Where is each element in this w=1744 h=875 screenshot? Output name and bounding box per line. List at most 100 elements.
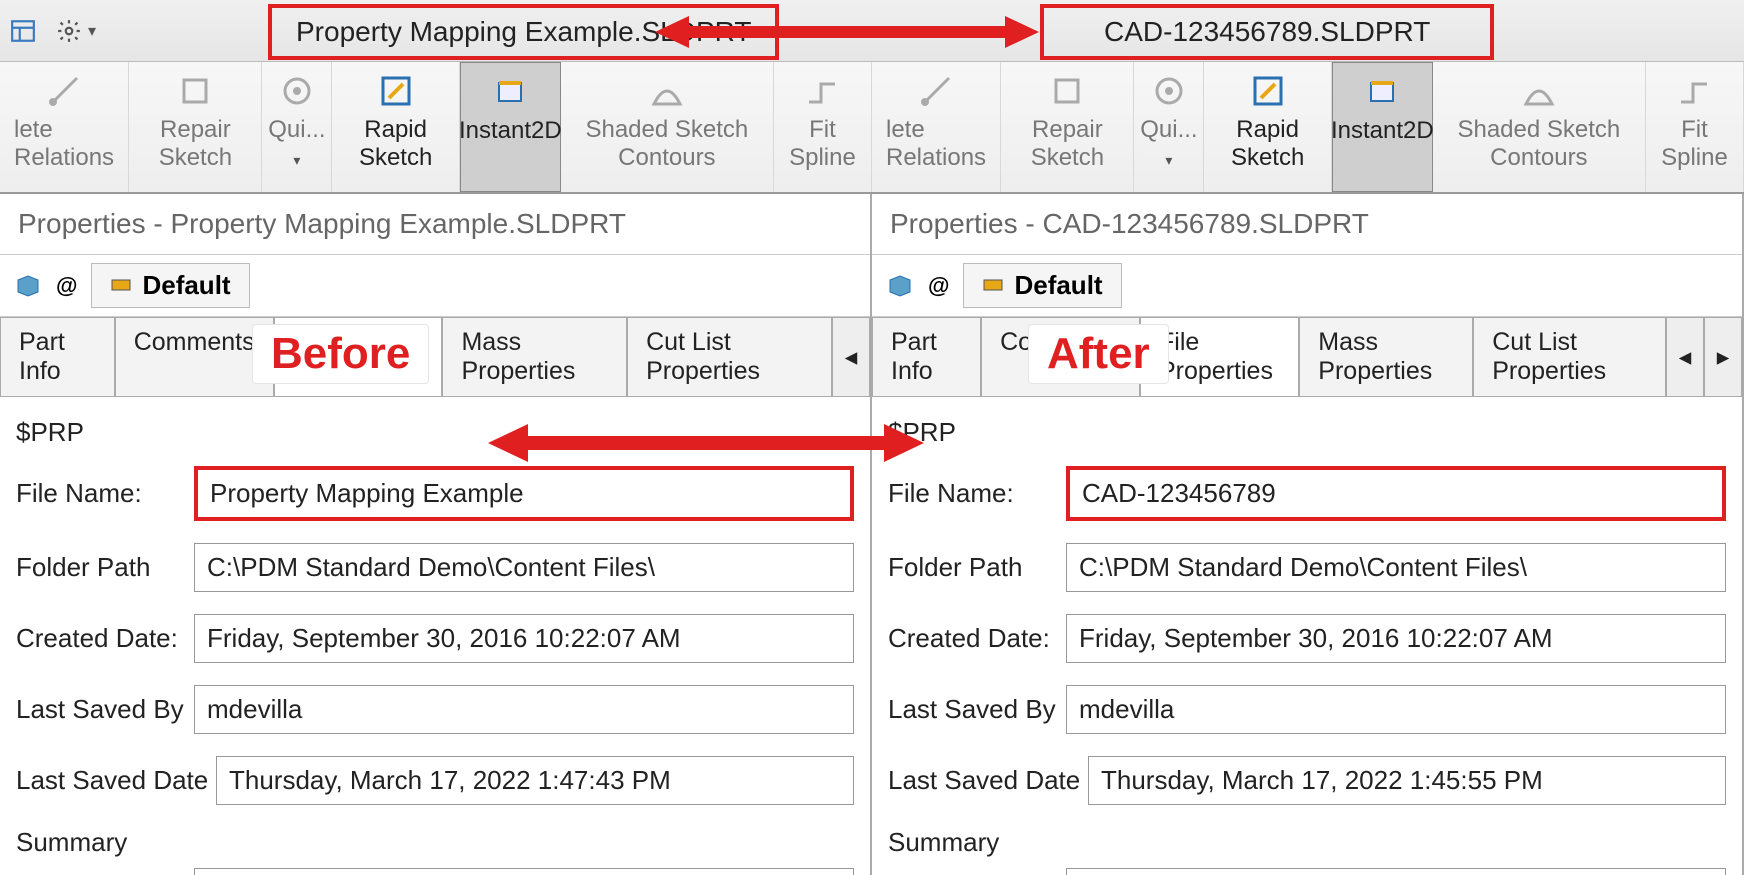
ribbon-fit-spline[interactable]: Fit Spline — [1646, 62, 1744, 192]
at-symbol: @ — [928, 273, 949, 299]
ribbon-label: Rapid Sketch — [1218, 116, 1317, 172]
delete-relations-icon — [45, 72, 83, 110]
ribbon-label: Repair Sketch — [143, 116, 247, 172]
shaded-contours-icon — [648, 72, 686, 110]
repair-sketch-icon — [176, 72, 214, 110]
document-title-left: Property Mapping Example.SLDPRT — [268, 4, 779, 60]
document-title-right: CAD-123456789.SLDPRT — [1040, 4, 1494, 60]
ribbon-repair-sketch[interactable]: Repair Sketch — [1001, 62, 1134, 192]
ribbon-label: Qui... — [1140, 116, 1197, 144]
properties-body: $PRP File Name: CAD-123456789 Folder Pat… — [872, 397, 1742, 875]
ribbon-rapid-sketch[interactable]: Rapid Sketch — [332, 62, 460, 192]
annotation-after: After — [1028, 324, 1169, 384]
label-saved-date: Last Saved Date — [16, 765, 216, 796]
tab-scroll-right[interactable]: ▸ — [1704, 317, 1742, 396]
ribbon-label: Instant2D — [459, 117, 562, 145]
input-created[interactable]: Friday, September 30, 2016 10:22:07 AM — [1066, 614, 1726, 663]
tab-mass-properties[interactable]: Mass Properties — [442, 317, 627, 396]
section-summary: Summary — [888, 827, 1726, 858]
tab-scroll-left[interactable]: ◂ — [832, 317, 870, 396]
ribbon-instant2d[interactable]: Instant2D — [460, 62, 561, 192]
input-folder[interactable]: C:\PDM Standard Demo\Content Files\ — [194, 543, 854, 592]
instant2d-icon — [491, 73, 529, 111]
label-filename: File Name: — [888, 478, 1066, 509]
tab-cutlist-properties[interactable]: Cut List Properties — [627, 317, 832, 396]
ribbon-label: lete Relations — [14, 116, 114, 172]
tab-part-info[interactable]: Part Info — [872, 317, 981, 396]
document-title-right-text: CAD-123456789.SLDPRT — [1104, 16, 1430, 47]
label-filename: File Name: — [16, 478, 194, 509]
input-saved-by[interactable]: mdevilla — [194, 685, 854, 734]
config-default[interactable]: Default — [91, 263, 249, 308]
ribbon-right: lete Relations Repair Sketch Qui... Rapi… — [872, 62, 1744, 192]
input-folder[interactable]: C:\PDM Standard Demo\Content Files\ — [1066, 543, 1726, 592]
repair-sketch-icon — [1048, 72, 1086, 110]
label-folder: Folder Path — [16, 552, 194, 583]
config-default[interactable]: Default — [963, 263, 1121, 308]
ribbon-shaded-contours[interactable]: Shaded Sketch Contours — [1433, 62, 1646, 192]
input-saved-by[interactable]: mdevilla — [1066, 685, 1726, 734]
properties-tabs: Part Info Comments File Properties Mass … — [872, 317, 1742, 397]
ribbon-quick[interactable]: Qui... — [1134, 62, 1204, 192]
properties-tabs: Part Info Comments File Properties Mass … — [0, 317, 870, 397]
ribbon-fit-spline[interactable]: Fit Spline — [774, 62, 872, 192]
input-author[interactable]: Miguel de Villa — [194, 868, 854, 875]
ribbon-label: Repair Sketch — [1015, 116, 1119, 172]
config-row: @ Default — [0, 255, 870, 317]
rapid-sketch-icon — [377, 72, 415, 110]
part-icon — [14, 272, 42, 300]
instant2d-icon — [1363, 73, 1401, 111]
config-name: Default — [142, 270, 230, 301]
gear-icon[interactable]: ▾ — [46, 14, 106, 48]
input-saved-date[interactable]: Thursday, March 17, 2022 1:47:43 PM — [216, 756, 854, 805]
label-saved-date: Last Saved Date — [888, 765, 1088, 796]
pane-title: Properties - CAD-123456789.SLDPRT — [872, 194, 1742, 255]
titlebar: ▾ Property Mapping Example.SLDPRT CAD-12… — [0, 0, 1744, 62]
config-row: @ Default — [872, 255, 1742, 317]
ribbon-instant2d[interactable]: Instant2D — [1332, 62, 1433, 192]
panel-layout-icon[interactable] — [0, 14, 46, 48]
section-prp: $PRP — [16, 417, 854, 448]
input-filename[interactable]: CAD-123456789 — [1066, 466, 1726, 521]
ribbon-toolbar: lete Relations Repair Sketch Qui... Rapi… — [0, 62, 1744, 194]
tab-scroll-left[interactable]: ◂ — [1666, 317, 1704, 396]
pane-title: Properties - Property Mapping Example.SL… — [0, 194, 870, 255]
ribbon-label: lete Relations — [886, 116, 986, 172]
label-saved-by: Last Saved By — [16, 694, 194, 725]
ribbon-label: Instant2D — [1331, 117, 1434, 145]
shaded-contours-icon — [1520, 72, 1558, 110]
ribbon-shaded-contours[interactable]: Shaded Sketch Contours — [561, 62, 774, 192]
tab-part-info[interactable]: Part Info — [0, 317, 115, 396]
properties-pane-right: Properties - CAD-123456789.SLDPRT @ Defa… — [872, 194, 1744, 875]
config-icon — [110, 270, 132, 301]
properties-body: $PRP File Name: Property Mapping Example… — [0, 397, 870, 875]
quick-icon — [278, 72, 316, 110]
tab-cutlist-properties[interactable]: Cut List Properties — [1473, 317, 1666, 396]
ribbon-label: Rapid Sketch — [346, 116, 445, 172]
ribbon-quick[interactable]: Qui... — [262, 62, 332, 192]
config-icon — [982, 270, 1004, 301]
ribbon-left: lete Relations Repair Sketch Qui... Rapi… — [0, 62, 872, 192]
ribbon-delete-relations[interactable]: lete Relations — [0, 62, 129, 192]
annotation-before: Before — [252, 324, 429, 384]
ribbon-repair-sketch[interactable]: Repair Sketch — [129, 62, 262, 192]
tab-mass-properties[interactable]: Mass Properties — [1299, 317, 1473, 396]
label-folder: Folder Path — [888, 552, 1066, 583]
delete-relations-icon — [917, 72, 955, 110]
fit-spline-icon — [1675, 72, 1713, 110]
label-created: Created Date: — [888, 623, 1066, 654]
input-saved-date[interactable]: Thursday, March 17, 2022 1:45:55 PM — [1088, 756, 1726, 805]
tab-comments[interactable]: Comments — [115, 317, 274, 396]
label-created: Created Date: — [16, 623, 194, 654]
input-filename[interactable]: Property Mapping Example — [194, 466, 854, 521]
input-author[interactable]: Miguel de Villa — [1066, 868, 1726, 875]
ribbon-delete-relations[interactable]: lete Relations — [872, 62, 1001, 192]
part-icon — [886, 272, 914, 300]
config-name: Default — [1014, 270, 1102, 301]
ribbon-rapid-sketch[interactable]: Rapid Sketch — [1204, 62, 1332, 192]
ribbon-label: Shaded Sketch Contours — [575, 116, 759, 172]
section-prp: $PRP — [888, 417, 1726, 448]
fit-spline-icon — [803, 72, 841, 110]
input-created[interactable]: Friday, September 30, 2016 10:22:07 AM — [194, 614, 854, 663]
properties-split: Properties - Property Mapping Example.SL… — [0, 194, 1744, 875]
